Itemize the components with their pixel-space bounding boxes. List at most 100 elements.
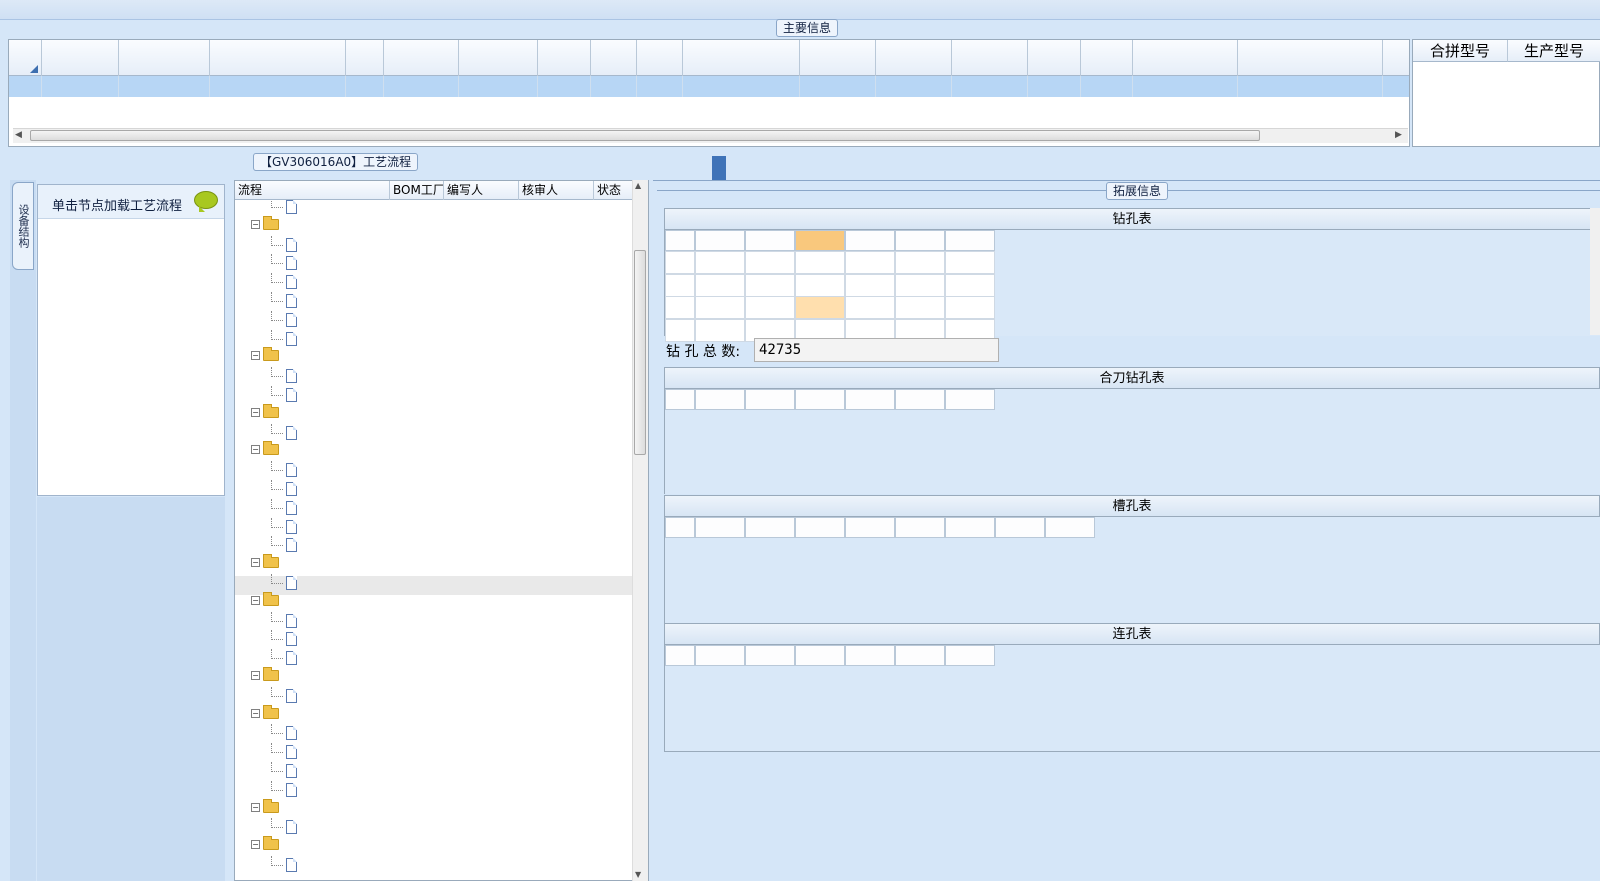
tree-node[interactable] — [271, 200, 303, 214]
collapse-icon[interactable]: − — [251, 670, 260, 680]
table-col-header[interactable] — [895, 645, 945, 666]
tree-row[interactable] — [235, 649, 632, 670]
tab-0[interactable] — [653, 156, 667, 180]
table-col-header[interactable] — [695, 517, 745, 538]
tree-node[interactable]: − — [251, 215, 283, 230]
scroll-left-arrow-icon[interactable]: ◀ — [15, 130, 22, 140]
table-col-header[interactable] — [895, 389, 945, 410]
production-col-header[interactable]: 生产型号 — [1508, 40, 1600, 62]
table-col-header[interactable] — [945, 645, 995, 666]
main-col-header[interactable] — [800, 40, 876, 76]
table-col-header[interactable] — [845, 645, 895, 666]
tab-3[interactable] — [820, 156, 834, 180]
table-cell[interactable] — [945, 273, 995, 297]
collapse-icon[interactable]: − — [251, 351, 260, 361]
tab-1[interactable] — [712, 156, 726, 180]
table-cell[interactable] — [695, 296, 745, 319]
main-col-header[interactable] — [683, 40, 800, 76]
link-table[interactable] — [664, 645, 1600, 752]
tree-node[interactable] — [271, 310, 303, 327]
main-col-header[interactable] — [42, 40, 119, 76]
table-col-header[interactable] — [995, 517, 1045, 538]
tree-row[interactable] — [235, 235, 632, 257]
scroll-down-arrow-icon[interactable]: ▼ — [635, 870, 641, 879]
tree-row[interactable] — [235, 611, 632, 633]
table-cell[interactable] — [745, 273, 795, 297]
drill-scrollbar[interactable] — [1590, 208, 1600, 335]
tree-row[interactable]: − — [235, 554, 632, 576]
tree-node[interactable] — [271, 385, 303, 402]
table-col-header[interactable] — [795, 389, 845, 410]
main-col-header[interactable] — [637, 40, 683, 76]
table-cell[interactable] — [895, 273, 945, 297]
tree-node[interactable] — [271, 818, 303, 835]
main-col-header[interactable] — [119, 40, 210, 76]
collapse-icon[interactable]: − — [251, 708, 260, 718]
tree-node[interactable] — [271, 273, 303, 290]
table-cell[interactable] — [895, 251, 945, 274]
table-col-header[interactable] — [945, 389, 995, 410]
tree-node[interactable] — [271, 254, 303, 271]
tree-node[interactable]: − — [251, 704, 283, 719]
main-col-header[interactable] — [210, 40, 346, 76]
tree-node[interactable] — [271, 724, 303, 741]
tree-node[interactable]: − — [251, 441, 283, 456]
tree-scroll-thumb[interactable] — [634, 250, 646, 455]
collapse-icon[interactable]: − — [251, 840, 260, 850]
table-cell[interactable] — [665, 296, 695, 319]
table-cell[interactable] — [895, 296, 945, 319]
table-col-header[interactable] — [745, 517, 795, 538]
tree-row[interactable] — [235, 686, 632, 708]
tree-row[interactable]: − — [235, 441, 632, 463]
tree-row[interactable] — [235, 761, 632, 783]
table-col-header[interactable] — [665, 230, 695, 251]
tree-node[interactable] — [271, 611, 303, 628]
table-cell[interactable] — [845, 251, 895, 274]
table-cell[interactable] — [945, 251, 995, 274]
collapse-icon[interactable]: − — [251, 407, 260, 417]
table-cell[interactable] — [665, 273, 695, 297]
scroll-up-arrow-icon[interactable]: ▲ — [635, 181, 641, 190]
table-col-header[interactable] — [845, 517, 895, 538]
collapse-icon[interactable]: − — [251, 219, 260, 229]
main-col-header[interactable] — [1238, 40, 1383, 76]
tree-row[interactable]: − — [235, 403, 632, 426]
tree-node[interactable] — [271, 686, 303, 703]
horizontal-scroll-thumb[interactable] — [30, 130, 1260, 141]
col-reviewer[interactable]: 核审人 — [519, 181, 594, 200]
table-col-header[interactable] — [945, 230, 995, 251]
tree-row[interactable] — [235, 780, 632, 802]
main-col-header[interactable] — [876, 40, 952, 76]
tree-row[interactable] — [235, 818, 632, 839]
tree-node[interactable] — [271, 367, 303, 384]
tree-row[interactable]: − — [235, 704, 632, 727]
table-col-header[interactable] — [845, 389, 895, 410]
table-col-header[interactable] — [1045, 517, 1095, 538]
table-col-header[interactable] — [665, 517, 695, 538]
col-bom-factory[interactable]: BOM工厂 — [390, 181, 444, 200]
collapse-icon[interactable]: − — [251, 802, 260, 812]
table-col-header[interactable] — [745, 230, 795, 251]
tree-node[interactable] — [271, 761, 303, 778]
table-col-header[interactable] — [845, 230, 895, 251]
tree-node[interactable]: − — [251, 403, 283, 418]
table-cell[interactable] — [695, 318, 745, 342]
tree-node[interactable] — [271, 329, 303, 346]
table-col-header[interactable] — [945, 517, 995, 538]
tree-row[interactable]: − — [235, 591, 632, 614]
main-col-header[interactable] — [384, 40, 459, 76]
tab-2[interactable] — [782, 156, 796, 180]
table-cell[interactable] — [795, 296, 845, 319]
scroll-right-arrow-icon[interactable]: ▶ — [1395, 130, 1402, 140]
table-cell[interactable] — [665, 251, 695, 274]
tree-row[interactable] — [235, 254, 632, 275]
table-cell[interactable] — [745, 296, 795, 319]
main-col-header[interactable] — [591, 40, 637, 76]
tree-node[interactable] — [271, 498, 303, 515]
slot-table[interactable] — [664, 517, 1600, 623]
main-col-header[interactable] — [538, 40, 591, 76]
table-cell[interactable] — [695, 251, 745, 274]
main-col-header[interactable] — [1028, 40, 1081, 76]
tree-row[interactable] — [235, 273, 632, 294]
tree-row[interactable] — [235, 461, 632, 482]
